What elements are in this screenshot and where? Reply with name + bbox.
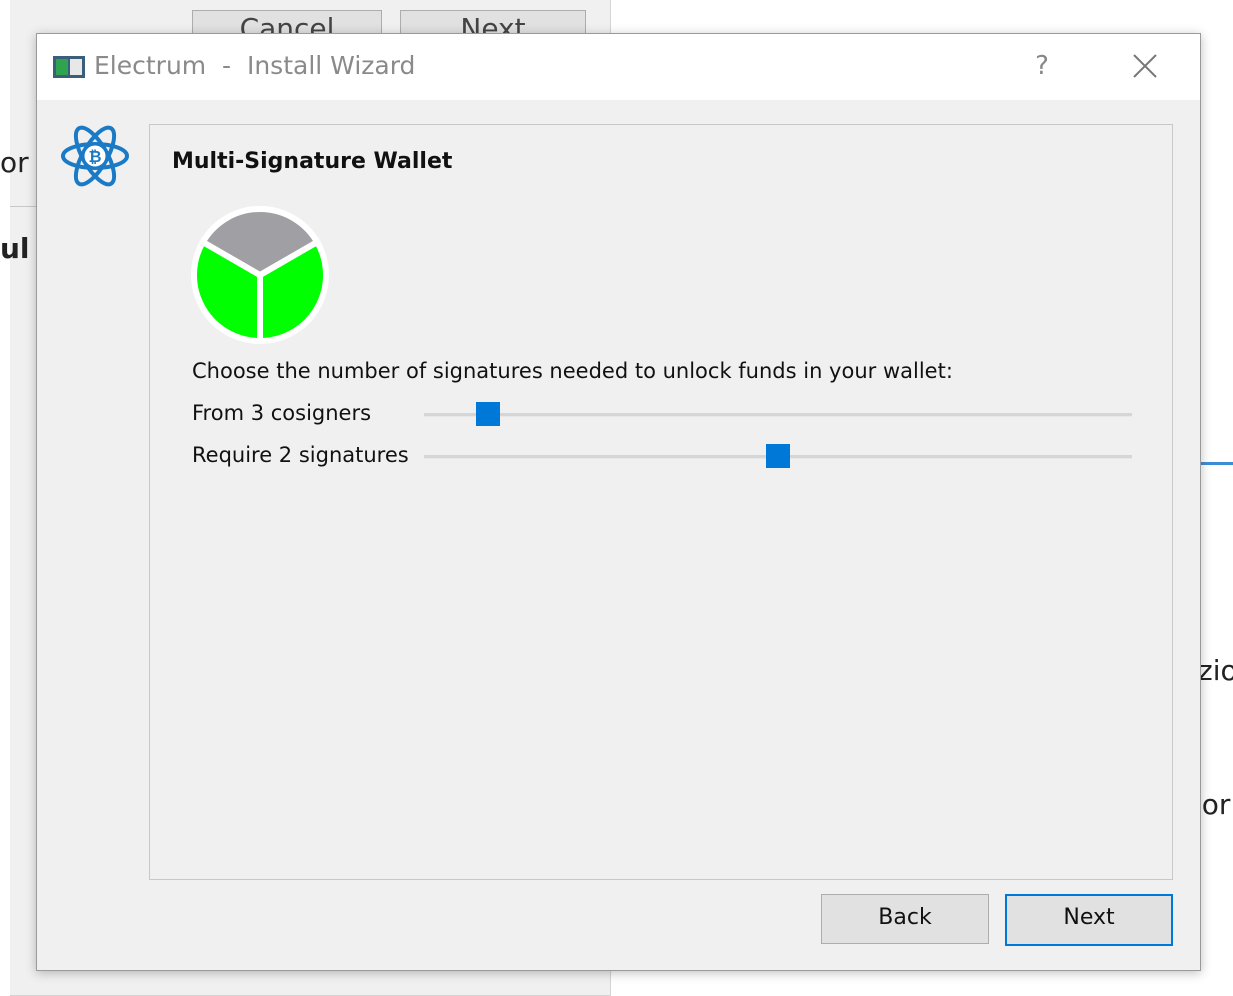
signatures-slider[interactable] (424, 444, 1132, 468)
cosigners-slider[interactable] (424, 402, 1132, 426)
signature-pie-icon (191, 206, 329, 345)
background-text-fragment: zio (1198, 654, 1233, 687)
background-text-fragment: or (0, 146, 29, 179)
signatures-row: Require 2 signatures (192, 439, 1152, 475)
cosigners-label: From 3 cosigners (192, 401, 372, 425)
svg-text:₿: ₿ (88, 147, 101, 166)
window-title: Electrum - Install Wizard (94, 51, 416, 80)
cosigners-slider-handle[interactable] (475, 402, 500, 426)
background-accent-line (1200, 462, 1233, 465)
signatures-slider-handle[interactable] (766, 444, 790, 468)
background-text-fragment: ul (0, 232, 30, 265)
install-wizard-dialog: Electrum - Install Wizard ? ₿ Multi-Sign… (36, 33, 1201, 971)
title-bar[interactable]: Electrum - Install Wizard ? (37, 34, 1200, 100)
cosigners-row: From 3 cosigners (192, 397, 1152, 433)
wizard-content-panel: Multi-Signature Wallet Choose the number… (149, 124, 1173, 880)
electrum-logo-icon: ₿ (61, 125, 129, 187)
signatures-label: Require 2 signatures (192, 443, 409, 467)
next-button[interactable]: Next (1005, 894, 1173, 946)
page-title: Multi-Signature Wallet (172, 149, 453, 174)
close-icon[interactable] (1127, 48, 1163, 84)
instructions-text: Choose the number of signatures needed t… (192, 359, 953, 383)
back-button[interactable]: Back (821, 894, 989, 944)
help-button[interactable]: ? (1029, 46, 1055, 86)
electrum-app-icon (53, 56, 85, 78)
